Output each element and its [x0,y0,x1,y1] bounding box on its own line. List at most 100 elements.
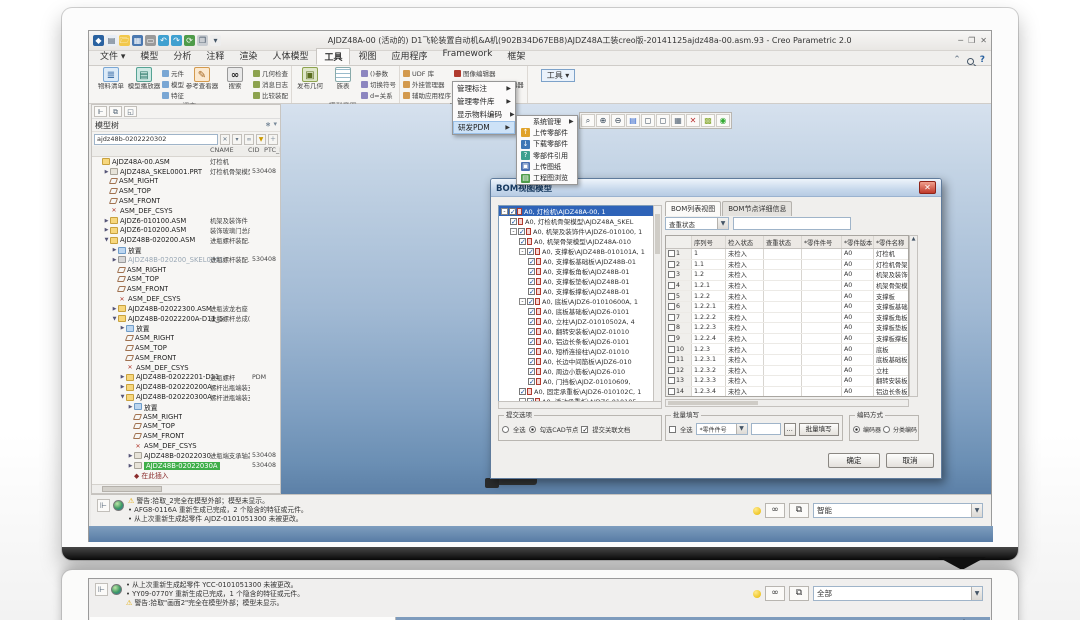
column-header-检入状态[interactable]: 检入状态 [726,236,764,248]
tree-row-ASM_TOP[interactable]: ASM_TOP [92,275,280,285]
row-checkbox[interactable] [668,324,675,331]
menu-item-显示物料编码[interactable]: 显示物料编码▶ [453,108,515,121]
tree-row-ASM_DEF_CSYS[interactable]: ✕ASM_DEF_CSYS [92,294,280,304]
combo-arrow-icon[interactable]: ▼ [717,218,728,229]
refit-icon[interactable]: ⌕ [581,114,595,127]
bom-tree-node[interactable]: ✓A0, 机架骨架模型\AJDZ48A-010 [499,236,661,246]
menu-item-上传零部件[interactable]: ↑上传零部件 [517,127,577,138]
node-checkbox[interactable]: ✓ [528,288,535,295]
bom-tree-node[interactable]: ✓A0, 固定承重板\AJDZ6-010102C, 1 [499,386,661,396]
zoom-in-icon[interactable]: ⊕ [596,114,610,127]
encoder-radio[interactable] [853,426,860,433]
annotation-display-icon[interactable]: ▩ [701,114,715,127]
batch-more-button[interactable]: … [784,423,796,436]
cancel-button[interactable]: 取消 [886,453,934,468]
tree-row-ASM_FRONT[interactable]: ASM_FRONT [92,284,280,294]
node-checkbox[interactable]: ✓ [519,388,526,395]
bom-table-row[interactable]: 41.2.1未检入A0机架骨架模型AJDZ4 [666,281,908,292]
menu-item-零部件引用[interactable]: ?零部件引用 [517,150,577,161]
collapse-ribbon-icon[interactable]: ⌃ [953,55,961,65]
bom-tree-node[interactable]: ✓A0, 短桥连接柱\AJDZ-01010 [499,346,661,356]
tree-row-ASM_RIGHT[interactable]: ASM_RIGHT [92,333,280,343]
batch-value-input[interactable] [751,423,781,435]
bom-tree-node[interactable]: ✓A0, 翻转安装板\AJDZ-01010 [499,326,661,336]
row-checkbox[interactable] [668,346,675,353]
bom-table-row[interactable]: 101.2.3未检入A0底板AJDZ6- [666,344,908,355]
menu-item-上传图纸[interactable]: ▣上传图纸 [517,161,577,172]
ribbon-button-图像编辑器[interactable]: 图像编辑器 [454,68,524,78]
tab-渲染[interactable]: 渲染 [232,48,264,65]
dropdown-arrow-icon[interactable]: ▾ [273,120,277,130]
tab-Framework[interactable]: Framework [436,48,500,65]
tree-row-ASM_RIGHT[interactable]: ASM_RIGHT [92,412,280,422]
node-checkbox[interactable]: ✓ [528,368,535,375]
bom-table-row[interactable]: 31.2未检入A0机架及装饰件AJDZ6- [666,270,908,281]
bom-tree-node[interactable]: ✓A0, 立柱\AJDZ-01010502A, 4 [499,316,661,326]
ribbon-button-模型播放器[interactable]: ▤模型播放器 [129,67,159,90]
find-binoculars-icon[interactable]: ∞ [765,503,785,518]
bom-table-row[interactable]: 51.2.2未检入A0支撑板AJDZ4 [666,291,908,302]
combo-arrow-icon[interactable]: ▼ [736,424,747,434]
bom-tree-node[interactable]: ✓A0, 铝边长条板\AJDZ6-0101 [499,336,661,346]
batch-field-combo[interactable]: *零件件号 ▼ [696,423,748,435]
tree-row-ASM_RIGHT[interactable]: ASM_RIGHT [92,177,280,187]
cad-nodes-radio[interactable] [529,426,536,433]
node-checkbox[interactable]: ✓ [528,318,535,325]
detail-tree-icon[interactable]: ◱ [124,106,137,117]
close-icon[interactable]: ✕ [980,36,987,45]
layer-tree-icon[interactable]: ⧉ [109,106,122,117]
bom-table-row[interactable]: 141.2.3.4未检入A0铝边长条板AJDZ6- [666,387,908,397]
ribbon-button-d=关系[interactable]: d=关系 [361,90,396,100]
tab-文件 ▾[interactable]: 文件 ▾ [93,48,132,65]
bom-tree-node[interactable]: ✓A0, 支撑板垫板\AJDZ48B-01 [499,276,661,286]
node-checkbox[interactable]: ✓ [528,348,535,355]
row-checkbox[interactable] [668,250,675,257]
new-icon[interactable]: ▤ [106,35,117,46]
tab-视图[interactable]: 视图 [351,48,383,65]
ribbon-button-元件[interactable]: 元件 [162,68,184,78]
row-checkbox[interactable] [668,388,675,395]
ribbon-button-消息日志[interactable]: 消息日志 [253,79,288,89]
batch-all-checkbox[interactable] [669,426,676,433]
tree-row-ASM_DEF_CSYS[interactable]: ✕ASM_DEF_CSYS [92,206,280,216]
node-checkbox[interactable]: ✓ [527,298,534,305]
ribbon-button-物料清单[interactable]: ≣物料清单 [96,67,126,90]
find-binoculars-icon[interactable]: ∞ [244,134,254,145]
app-icon[interactable]: ◆ [93,35,104,46]
bom-tree-node[interactable]: ✓A0, 门挡板\AJDZ-01010609, [499,376,661,386]
tree-row-放置[interactable]: ▶放置 [92,245,280,255]
dup-status-combo[interactable]: 查重状态 ▼ [665,217,729,230]
ribbon-button-辅助应用程序[interactable]: 辅助应用程序 [403,90,451,100]
menu-item-下载零部件[interactable]: ↓下载零部件 [517,139,577,150]
expander-icon[interactable]: - [510,228,517,235]
menu-item-管理零件库[interactable]: 管理零件库▶ [453,95,515,108]
column-header-select[interactable] [666,236,692,248]
filter-icon[interactable]: ▼ [256,134,266,145]
bom-tree-node[interactable]: ✓A0, 支撑板角板\AJDZ48B-01 [499,266,661,276]
tree-row-ASM_FRONT[interactable]: ASM_FRONT [92,353,280,363]
column-header-*零件版本[interactable]: *零件版本 [842,236,874,248]
tree-row-ASM_TOP[interactable]: ASM_TOP [92,343,280,353]
reflection-filter-combo[interactable]: 全部 ▼ [813,586,983,601]
tab-人体模型[interactable]: 人体模型 [265,48,315,65]
bom-table-row[interactable]: 21.1未检入A0灯检机骨架...AJDZ4 [666,260,908,271]
menu-item-研发PDM[interactable]: 研发PDM▶ [453,121,515,134]
tree-row-AJDZ48B-020200_SKEL0001[interactable]: ▶AJDZ48B-020200_SKEL0001进瓶螺杆装配...530408 [92,255,280,265]
minimize-icon[interactable]: ─ [958,36,963,45]
classify-radio[interactable] [883,426,890,433]
bom-tree-node[interactable]: ✓A0, 灯检机骨架模型\AJDZ48A_SKEL [499,216,661,226]
node-checkbox[interactable]: ✓ [519,238,526,245]
ribbon-button-外挂管理器[interactable]: 外挂管理器 [403,79,451,89]
column-header-*零件名称[interactable]: *零件名称 [874,236,909,248]
menu-item-管理标注[interactable]: 管理标注▶ [453,82,515,95]
combo-arrow-icon[interactable]: ▼ [971,504,982,517]
bom-tree-node[interactable]: ✓A0, 支撑板撑板\AJDZ48B-01 [499,286,661,296]
bom-tree-node[interactable]: ✓A0, 支撑板基础板\AJDZ48B-01 [499,256,661,266]
close-icon[interactable]: ✕ [919,181,936,194]
tree-row-AJDZ48B-02022030A[interactable]: ▶AJDZ48B-02022030A530408 [92,461,280,471]
column-ptc-mat[interactable]: PTC_MAT [264,146,281,154]
row-checkbox[interactable] [668,314,675,321]
maximize-icon[interactable]: ❐ [968,36,975,45]
print-icon[interactable]: ▭ [145,35,156,46]
tree-row-放置[interactable]: ▶放置 [92,402,280,412]
